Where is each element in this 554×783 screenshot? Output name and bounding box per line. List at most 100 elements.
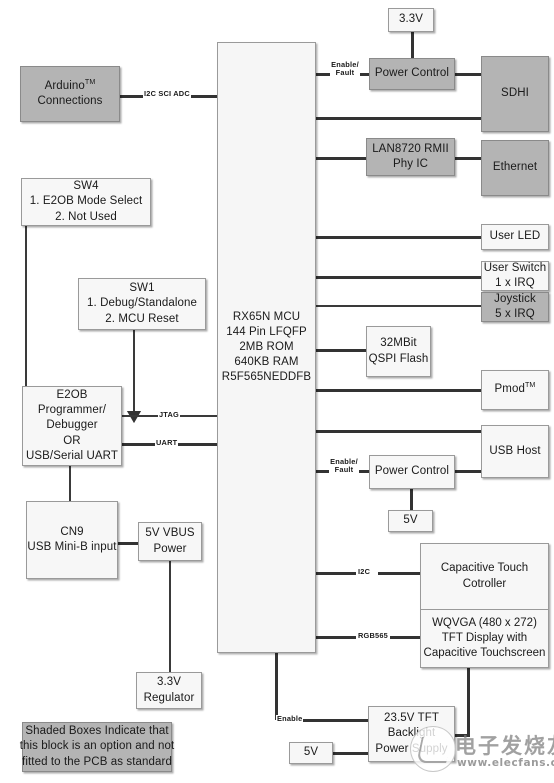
block-usb-host[interactable]: USB Host (481, 425, 549, 478)
wire-tft-backlight-v (467, 668, 470, 736)
wire-5v-backlight (330, 752, 368, 755)
block-5v-rail-usb[interactable]: 5V (388, 510, 433, 532)
sw4-option-2: 2. Not Used (55, 210, 117, 223)
sw1-option-2: 2. MCU Reset (105, 312, 179, 325)
sdhi-label: SDHI (501, 87, 529, 100)
wire-e2ob-cn9 (69, 466, 71, 502)
5v-mid-label: 5V (403, 514, 418, 527)
ethernet-label: Ethernet (492, 161, 538, 174)
wire-enable-backlight (300, 719, 368, 722)
trademark-superscript: TM (524, 381, 536, 390)
block-tft-display[interactable]: WQVGA (480 x 272) TFT Display with Capac… (421, 609, 548, 667)
wire-3v3-powercontrol (411, 32, 414, 58)
wire-mcu-enable-down (275, 653, 278, 720)
5v-bottom-label: 5V (303, 746, 319, 759)
qspi-line-2: QSPI Flash (368, 352, 429, 365)
block-qspi-flash[interactable]: 32MBit QSPI Flash (366, 326, 431, 377)
block-e2ob[interactable]: E2OB Programmer/ Debugger OR USB/Serial … (22, 386, 122, 466)
wire-label-enable-fault-top: Enable/ Fault (330, 61, 360, 77)
wire-mcu-usbhost (316, 430, 481, 433)
block-3v3-rail[interactable]: 3.3V (388, 8, 434, 32)
block-diagram-canvas: ArduinoTM Connections SW4 1. E2OB Mode S… (0, 0, 554, 783)
legend-line-2: this block is an option and not (19, 740, 175, 753)
block-ethernet[interactable]: Ethernet (481, 140, 549, 196)
block-arduino-connections[interactable]: ArduinoTM Connections (20, 66, 120, 122)
mcu-line-4: 640KB RAM (234, 356, 299, 369)
block-rx65n-mcu[interactable]: RX65N MCU 144 Pin LFQFP 2MB ROM 640KB RA… (217, 42, 316, 653)
block-sw1[interactable]: SW1 1. Debug/Standalone 2. MCU Reset (78, 278, 206, 330)
wire-cn9-vbus (118, 542, 140, 545)
block-joystick[interactable]: Joystick 5 x IRQ (481, 292, 549, 322)
wire-lan8720-ethernet (455, 157, 481, 160)
wire-powercontrol-usbhost (455, 470, 481, 473)
e2ob-line-5: USB/Serial UART (25, 449, 119, 462)
wire-label-i2c: I2C (357, 567, 372, 577)
block-power-control-usb[interactable]: Power Control (369, 455, 455, 489)
block-3v3-regulator[interactable]: 3.3V Regulator (136, 672, 202, 709)
qspi-line-1: 32MBit (380, 337, 417, 350)
wire-mcu-pmod (316, 389, 481, 392)
sw1-title: SW1 (129, 282, 155, 295)
block-5v-vbus-power[interactable]: 5V VBUS Power (138, 522, 202, 561)
joystick-line-1: Joystick (494, 292, 536, 305)
backlight-line-1: 23.5V TFT (383, 712, 439, 725)
wire-label-i2c-sci-adc: I2C SCI ADC (143, 89, 191, 99)
regulator-line-2: Regulator (143, 691, 195, 704)
enable-fault-top-line2: Fault (335, 67, 355, 77)
block-power-control-sdhi[interactable]: Power Control (369, 58, 455, 90)
wire-label-jtag: JTAG (158, 410, 180, 420)
wire-sw4-e2ob (25, 226, 27, 386)
lan8720-line-2: Phy IC (392, 158, 429, 170)
block-tft-backlight-power[interactable]: 23.5V TFT Backlight Power Supply (368, 706, 455, 762)
watermark-url-text: www.elecfans.com (457, 757, 554, 769)
wire-mcu-joystick (316, 305, 481, 307)
wire-mcu-touch-a (316, 572, 356, 575)
wire-mcu-userswitch (316, 276, 481, 279)
block-user-led[interactable]: User LED (481, 224, 549, 250)
touch-ctrl-line-1: Capacitive Touch (440, 562, 529, 575)
wire-label-rgb565: RGB565 (357, 631, 389, 641)
e2ob-line-3: Debugger (46, 419, 98, 432)
sw4-title: SW4 (73, 180, 99, 193)
power-control-top-label: Power Control (374, 67, 450, 80)
block-cn9[interactable]: CN9 USB Mini-B input (26, 501, 118, 579)
arduino-label: Arduino (44, 79, 85, 92)
legend-line-3: fitted to the PCB as standard (22, 755, 172, 768)
touch-ctrl-line-2: Cotroller (462, 577, 507, 590)
vbus-line-1: 5V VBUS (145, 527, 195, 540)
regulator-line-1: 3.3V (156, 676, 182, 689)
wire-vbus-regulator (169, 561, 171, 672)
wire-mcu-tft-b (390, 636, 420, 639)
block-display-group: Capacitive Touch Cotroller WQVGA (480 x … (420, 543, 549, 668)
wire-powercontrol-sdhi (455, 73, 481, 76)
block-capacitive-touch-controller[interactable]: Capacitive Touch Cotroller (421, 544, 548, 609)
sw4-option-1: 1. E2OB Mode Select (29, 195, 143, 208)
wire-powercontrol-5v (410, 489, 413, 510)
wire-mcu-sdhi (316, 117, 481, 120)
block-user-switch[interactable]: User Switch 1 x IRQ (481, 261, 549, 291)
block-sw4[interactable]: SW4 1. E2OB Mode Select 2. Not Used (21, 178, 151, 226)
lan8720-line-1: LAN8720 RMII (372, 142, 449, 155)
e2ob-line-2: Programmer/ (37, 404, 107, 417)
mcu-line-3: 2MB ROM (239, 340, 294, 353)
tft-line-1: WQVGA (480 x 272) (432, 616, 537, 629)
backlight-line-2: Backlight (387, 727, 436, 740)
block-lan8720-phy[interactable]: LAN8720 RMII Phy IC (366, 138, 455, 176)
wire-label-uart: UART (155, 438, 179, 448)
tft-line-2: TFT Display with (441, 631, 528, 644)
pmod-label: Pmod (494, 383, 525, 396)
wire-mcu-qspiflash (316, 349, 366, 352)
block-5v-rail-backlight[interactable]: 5V (289, 742, 333, 764)
e2ob-line-4: OR (63, 434, 81, 447)
usb-host-label: USB Host (489, 444, 541, 457)
mcu-line-2: 144 Pin LFQFP (226, 325, 307, 338)
sw1-option-1: 1. Debug/Standalone (87, 297, 197, 310)
user-switch-line-1: User Switch (483, 261, 547, 274)
block-sdhi[interactable]: SDHI (481, 56, 549, 132)
wire-label-enable: Enable (276, 714, 304, 724)
cn9-desc: USB Mini-B input (27, 541, 117, 553)
mcu-line-1: RX65N MCU (232, 310, 301, 323)
vbus-line-2: Power (153, 542, 187, 555)
block-pmod[interactable]: PmodTM (481, 370, 549, 410)
user-led-label: User LED (489, 230, 541, 243)
